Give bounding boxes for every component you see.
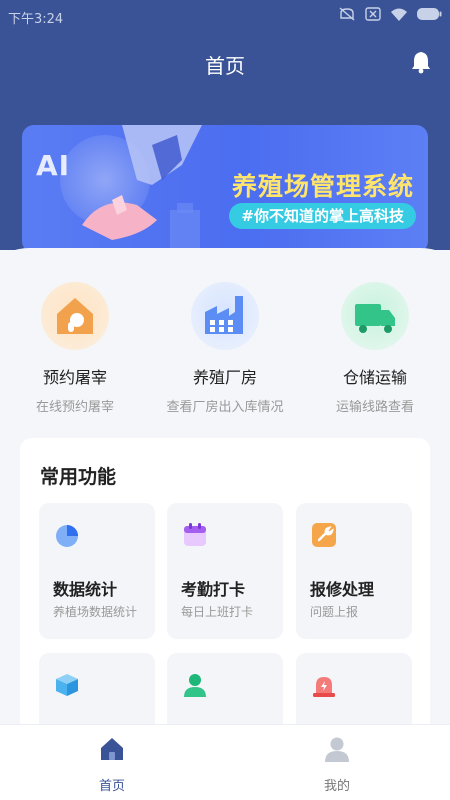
tile-data-statistics[interactable]: 数据统计 养植场数据统计: [39, 503, 155, 639]
box-icon: [56, 674, 78, 696]
tab-home[interactable]: 首页: [52, 735, 172, 794]
truck-icon: [341, 282, 409, 350]
bell-icon[interactable]: [410, 50, 432, 74]
entry-label: 养殖厂房: [192, 368, 257, 387]
tile-repair[interactable]: 报修处理 问题上报: [296, 503, 412, 639]
pie-chart-icon: [56, 525, 78, 547]
wrench-icon: [312, 523, 336, 547]
status-icons: [338, 6, 442, 22]
mute-icon: [339, 7, 355, 21]
tile-sub: 问题上报: [310, 605, 359, 619]
banner-ai-badge: AI: [36, 149, 71, 182]
status-time: 下午3:24: [8, 12, 64, 27]
tile-attendance[interactable]: 考勤打卡 每日上班打卡: [167, 503, 283, 639]
battery-icon: [417, 8, 442, 20]
tab-label: 首页: [98, 779, 125, 794]
alarm-icon: [313, 677, 335, 697]
page-title: 首页: [205, 54, 245, 78]
tab-mine[interactable]: 我的: [277, 735, 397, 794]
robot-hand-illustration: [82, 125, 202, 253]
entry-sub: 运输线路查看: [335, 400, 414, 415]
banner-title: 养殖场管理系统: [231, 172, 414, 201]
user-icon: [325, 737, 349, 762]
tile-sub: 养植场数据统计: [53, 605, 138, 619]
tile-label: 报修处理: [310, 580, 375, 599]
wifi-icon: [391, 8, 407, 21]
entry-sub: 查看厂房出入库情况: [166, 400, 284, 415]
factory-icon: [191, 282, 259, 350]
entry-label: 仓储运输: [342, 368, 407, 387]
home-icon: [101, 738, 123, 760]
entry-slaughter-booking[interactable]: 预约屠宰 在线预约屠宰: [0, 282, 150, 415]
bottom-tab-bar: 首页 我的: [0, 724, 450, 800]
entry-label: 预约屠宰: [42, 368, 107, 387]
sim-off-icon: [365, 7, 381, 21]
main-entries: 预约屠宰 在线预约屠宰 养殖厂房 查看厂房出入库情况 仓储运输 运输线路查看: [0, 282, 450, 415]
entry-breeding-house[interactable]: 养殖厂房 查看厂房出入库情况: [150, 282, 300, 415]
tile-label: 数据统计: [53, 580, 118, 599]
promo-banner[interactable]: AI 养殖场管理系统 #你不知道的掌上高科技: [22, 125, 428, 253]
person-icon: [184, 674, 206, 697]
banner-tag: #你不知道的掌上高科技: [229, 203, 416, 229]
calendar-icon: [184, 523, 206, 546]
status-bar: 下午3:24: [0, 0, 450, 30]
tile-label: 考勤打卡: [181, 580, 246, 599]
tab-label: 我的: [323, 779, 350, 794]
common-functions-card: 常用功能 数据统计 养植场数据统计 考勤打卡 每日上班打卡 报修处理 问题上报: [20, 438, 430, 789]
section-title: 常用功能: [40, 466, 117, 488]
top-bar: 首页: [0, 44, 450, 84]
tile-sub: 每日上班打卡: [181, 605, 254, 619]
entry-sub: 在线预约屠宰: [35, 400, 114, 415]
entry-storage-transport[interactable]: 仓储运输 运输线路查看: [300, 282, 450, 415]
house-chicken-icon: [41, 282, 109, 350]
